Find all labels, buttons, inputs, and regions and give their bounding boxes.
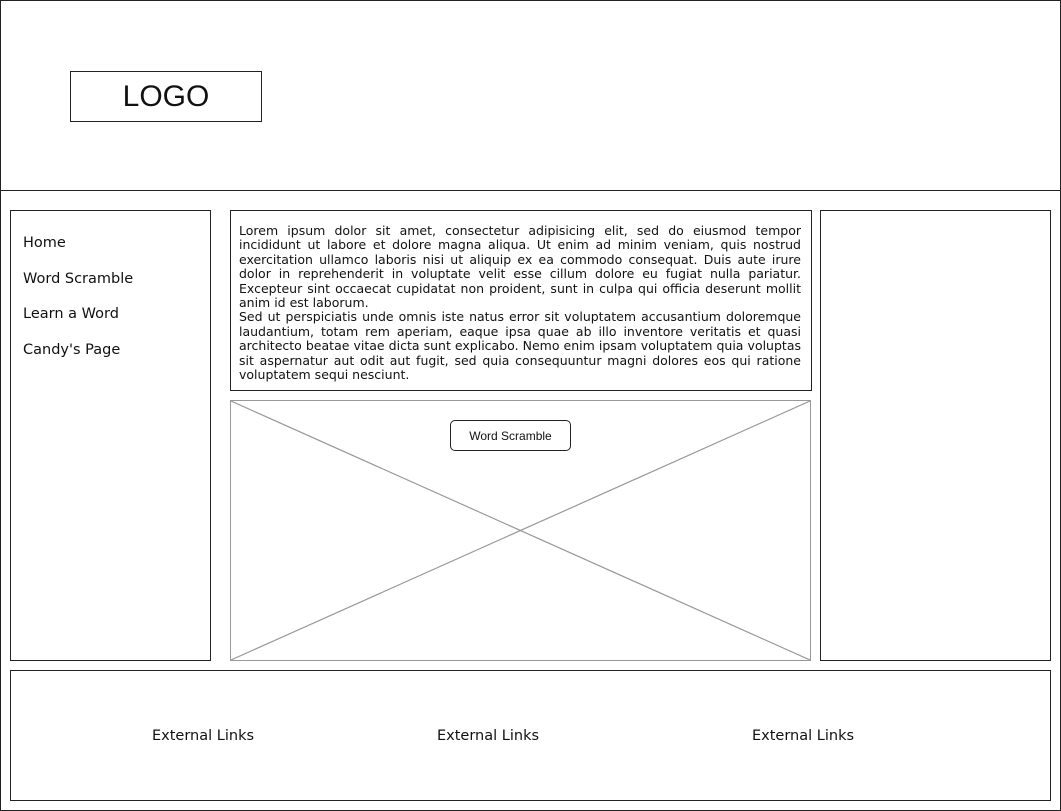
sidebar-item-word-scramble[interactable]: Word Scramble [23,271,133,287]
content-text: Lorem ipsum dolor sit amet, consectetur … [239,223,801,383]
external-link-2[interactable]: External Links [437,728,539,744]
sidebar-item-candys-page[interactable]: Candy's Page [23,342,120,358]
word-scramble-button[interactable]: Word Scramble [450,420,571,451]
sidebar-item-home[interactable]: Home [23,235,66,251]
sidebar-item-learn-a-word[interactable]: Learn a Word [23,306,119,322]
external-link-1[interactable]: External Links [152,728,254,744]
content-text-panel: Lorem ipsum dolor sit amet, consectetur … [230,210,812,391]
logo-text: LOGO [122,79,210,113]
right-sidebar [820,210,1051,661]
external-link-3[interactable]: External Links [752,728,854,744]
logo[interactable]: LOGO [70,71,262,122]
paragraph: Lorem ipsum dolor sit amet, consectetur … [239,223,801,311]
sidebar: Home Word Scramble Learn a Word Candy's … [10,210,211,661]
paragraph: Sed ut perspiciatis unde omnis iste natu… [239,309,801,383]
